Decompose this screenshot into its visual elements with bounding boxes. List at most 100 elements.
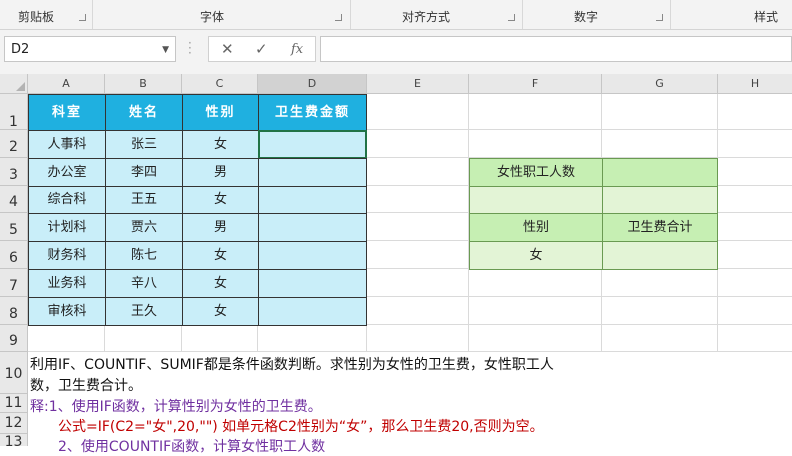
total-fee-header[interactable]: 卫生费合计 [602,213,718,242]
table-cell-name[interactable]: 陈七 [105,241,183,270]
splitter-handle[interactable]: · · · [188,37,192,59]
cell-f1[interactable] [469,94,602,130]
table-cell-fee-selected[interactable] [258,130,367,159]
cell-f8[interactable] [469,297,602,325]
table-cell-department[interactable]: 业务科 [28,269,106,298]
cell-h9[interactable] [718,325,792,352]
cell-f2[interactable] [469,130,602,158]
table-cell-gender[interactable]: 男 [182,158,259,187]
dialog-launcher-icon[interactable] [79,14,86,21]
column-header-d[interactable]: D [258,74,367,94]
table-cell-name[interactable]: 王久 [105,297,183,326]
cell-h8[interactable] [718,297,792,325]
table-header-fee[interactable]: 卫生费金额 [258,94,367,131]
cell-e8[interactable] [367,297,469,325]
cell-e4[interactable] [367,186,469,213]
table-header-name[interactable]: 姓名 [105,94,183,131]
row-header-6[interactable]: 6 [0,241,28,269]
column-header-b[interactable]: B [105,74,182,94]
enter-check-icon[interactable]: ✓ [255,40,268,58]
cell-h1[interactable] [718,94,792,130]
cell-f7[interactable] [469,269,602,297]
cell-h4[interactable] [718,186,792,213]
cell-f9[interactable] [469,325,602,352]
table-cell-department[interactable]: 计划科 [28,213,106,242]
dialog-launcher-icon[interactable] [656,14,663,21]
name-box[interactable]: D2 ▼ [4,36,176,62]
ribbon-group-font[interactable]: 字体 [92,0,351,29]
cell-a9[interactable] [28,325,105,352]
cell-d9[interactable] [258,325,367,352]
row-header-7[interactable]: 7 [0,269,28,297]
cell-g2[interactable] [602,130,718,158]
table-cell-name[interactable]: 辛八 [105,269,183,298]
female-count-label[interactable]: 女性职工人数 [469,158,603,187]
table-cell-gender[interactable]: 男 [182,213,259,242]
cell-e3[interactable] [367,158,469,186]
table-cell-fee[interactable] [258,241,367,270]
cell-h5[interactable] [718,213,792,241]
column-header-f[interactable]: F [469,74,602,94]
row-header-4[interactable]: 4 [0,186,28,213]
cell-h7[interactable] [718,269,792,297]
cancel-icon[interactable]: ✕ [221,40,234,58]
table-cell-gender[interactable]: 女 [182,130,259,159]
row-header-11[interactable]: 11 [0,394,28,413]
row-header-13[interactable]: 13 [0,434,28,450]
table-cell-department[interactable]: 财务科 [28,241,106,270]
table-cell-department[interactable]: 综合科 [28,186,106,214]
table-cell-fee[interactable] [258,269,367,298]
cell-g8[interactable] [602,297,718,325]
formula-input[interactable] [320,36,792,62]
table-cell-fee[interactable] [258,186,367,214]
table-cell-gender[interactable]: 女 [182,269,259,298]
row-header-5[interactable]: 5 [0,213,28,241]
cell-g9[interactable] [602,325,718,352]
row-header-8[interactable]: 8 [0,297,28,325]
dialog-launcher-icon[interactable] [508,14,515,21]
table-cell-gender[interactable]: 女 [182,186,259,214]
cell-h3[interactable] [718,158,792,186]
table-cell-name[interactable]: 贾六 [105,213,183,242]
gender-header[interactable]: 性别 [469,213,603,242]
cell-g1[interactable] [602,94,718,130]
cell-e2[interactable] [367,130,469,158]
ribbon-group-number[interactable]: 数字 [522,0,671,29]
column-header-h[interactable]: H [718,74,792,94]
row-header-10[interactable]: 10 [0,352,28,394]
cell-e9[interactable] [367,325,469,352]
table-cell-name[interactable]: 张三 [105,130,183,159]
cell-e5[interactable] [367,213,469,241]
cell-b9[interactable] [105,325,182,352]
row-header-1[interactable]: 1 [0,94,28,130]
table-cell-fee[interactable] [258,213,367,242]
table-cell-department[interactable]: 人事科 [28,130,106,159]
dialog-launcher-icon[interactable] [335,14,342,21]
total-fee-value[interactable] [602,241,718,270]
column-header-a[interactable]: A [28,74,105,94]
row-header-2[interactable]: 2 [0,130,28,158]
select-all-button[interactable] [0,74,28,94]
insert-function-icon[interactable]: fx [291,42,303,57]
cell-e7[interactable] [367,269,469,297]
cell-e6[interactable] [367,241,469,269]
table-cell-name[interactable]: 王五 [105,186,183,214]
table-cell-name[interactable]: 李四 [105,158,183,187]
ribbon-group-clipboard[interactable]: 剪贴板 [0,0,93,29]
cell-h6[interactable] [718,241,792,269]
row-header-12[interactable]: 12 [0,413,28,434]
ribbon-group-alignment[interactable]: 对齐方式 [350,0,523,29]
column-header-c[interactable]: C [182,74,258,94]
cell-h2[interactable] [718,130,792,158]
chevron-down-icon[interactable]: ▼ [162,37,169,63]
table-header-department[interactable]: 科室 [28,94,106,131]
table-cell-fee[interactable] [258,158,367,187]
table-cell-gender[interactable]: 女 [182,241,259,270]
table-cell-fee[interactable] [258,297,367,326]
ribbon-group-styles[interactable]: 样式 [670,0,792,29]
column-header-e[interactable]: E [367,74,469,94]
cell-e1[interactable] [367,94,469,130]
table-cell-department[interactable]: 办公室 [28,158,106,187]
summary-blank-cell[interactable] [602,186,718,214]
summary-blank-cell[interactable] [469,186,603,214]
